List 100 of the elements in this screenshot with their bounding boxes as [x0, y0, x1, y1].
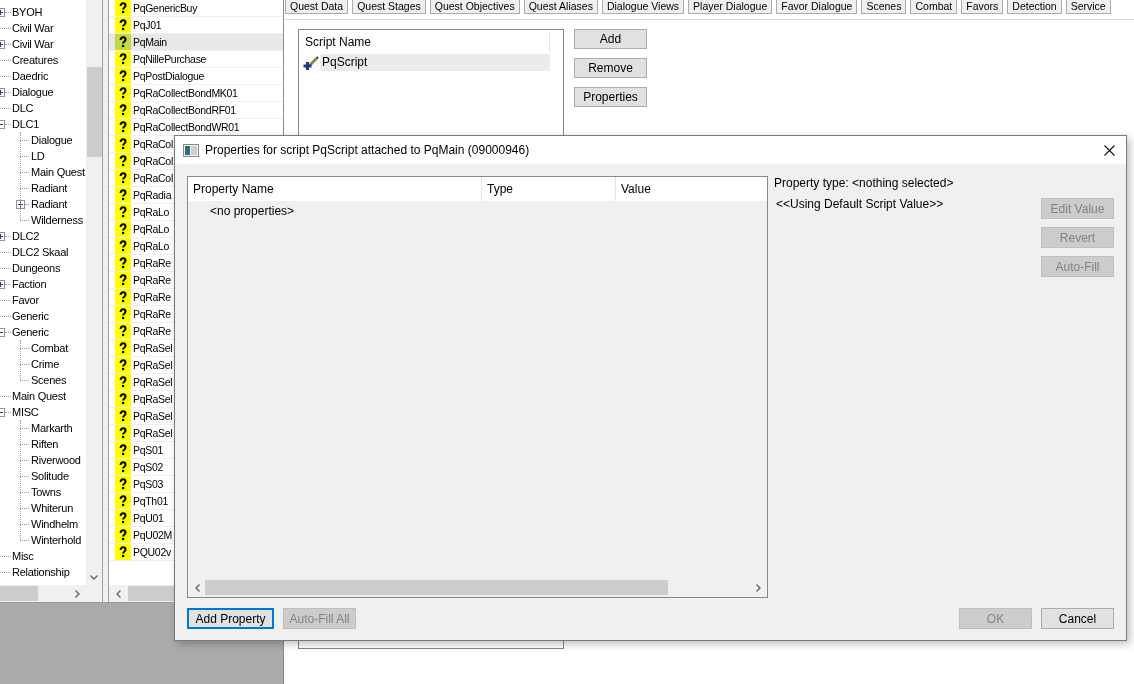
quest-name: PqS01: [133, 443, 164, 457]
tree-item[interactable]: Relationship: [12, 565, 70, 579]
tree-item[interactable]: Dialogue: [12, 85, 54, 99]
tree-item[interactable]: Combat: [31, 341, 69, 355]
quest-name: PqRaCol: [133, 137, 173, 151]
tree-item[interactable]: Whiterun: [31, 501, 74, 515]
scrollbar-thumb[interactable]: [86, 67, 102, 157]
tab[interactable]: Detection: [1007, 0, 1062, 14]
pencil-plus-icon: [303, 54, 319, 71]
tree-item[interactable]: Dungeons: [12, 261, 61, 275]
tree-item[interactable]: Civil War: [12, 21, 54, 35]
question-mark-icon: [115, 170, 131, 186]
tree-item[interactable]: DLC: [12, 101, 34, 115]
quest-row[interactable]: PqRaCollectBondRF01: [109, 102, 283, 119]
plus-box-icon[interactable]: [0, 39, 5, 49]
tree-item[interactable]: Generic: [12, 309, 49, 323]
quest-row[interactable]: PqGenericBuy: [109, 0, 283, 17]
tree-item[interactable]: Riverwood: [31, 453, 81, 467]
tree-item[interactable]: DLC2: [12, 229, 40, 243]
vertical-scrollbar[interactable]: [86, 0, 102, 585]
tree-item[interactable]: Markarth: [31, 421, 73, 435]
minus-box-icon[interactable]: [0, 119, 5, 129]
question-mark-icon: [115, 510, 131, 526]
quest-name: PqRaSel: [133, 392, 173, 406]
tree-item[interactable]: LD: [31, 149, 45, 163]
quest-row[interactable]: PqNillePurchase: [109, 51, 283, 68]
tree-item[interactable]: Misc: [12, 549, 34, 563]
plus-box-icon[interactable]: [0, 7, 5, 17]
dialog-button[interactable]: Add Property: [187, 608, 274, 629]
tab[interactable]: Quest Aliases: [523, 0, 598, 14]
tree-item[interactable]: Main Quest: [12, 389, 66, 403]
script-name[interactable]: PqScript: [320, 54, 550, 71]
quest-row[interactable]: PqMain: [109, 34, 283, 51]
chevron-right-icon[interactable]: [75, 589, 80, 598]
tab[interactable]: Quest Data: [285, 0, 349, 14]
tab[interactable]: Favor Dialogue: [776, 0, 858, 14]
question-mark-icon: [115, 391, 131, 407]
chevron-right-icon[interactable]: [756, 583, 761, 592]
quest-name: PqRaSel: [133, 375, 173, 389]
tree-item[interactable]: Creatures: [12, 53, 59, 67]
dialog-button[interactable]: Cancel: [1041, 608, 1114, 629]
question-mark-icon: [115, 527, 131, 543]
script-button[interactable]: Add: [574, 29, 647, 49]
scrollbar-thumb[interactable]: [0, 586, 38, 601]
tab[interactable]: Quest Stages: [352, 0, 426, 14]
tab[interactable]: Scenes: [861, 0, 907, 14]
script-button[interactable]: Properties: [574, 87, 647, 107]
chevron-left-icon[interactable]: [195, 583, 200, 592]
chevron-left-icon[interactable]: [116, 589, 121, 598]
tree-item[interactable]: Wilderness: [31, 213, 83, 227]
tree-item[interactable]: Riften: [31, 437, 59, 451]
quest-name: PqNillePurchase: [133, 52, 207, 66]
tab[interactable]: Favors: [961, 0, 1004, 14]
plus-box-icon[interactable]: [16, 199, 25, 209]
minus-box-icon[interactable]: [0, 407, 5, 417]
quest-name: PqRaCollectBondMK01: [133, 86, 238, 100]
tab[interactable]: Dialogue Views: [601, 0, 685, 14]
question-mark-icon: [115, 221, 131, 237]
plus-box-icon[interactable]: [0, 87, 5, 97]
quest-row[interactable]: PqRaCollectBondMK01: [109, 85, 283, 102]
quest-row[interactable]: PqJ01: [109, 17, 283, 34]
quest-name: PqJ01: [133, 18, 162, 32]
tree-item[interactable]: Winterhold: [31, 533, 82, 547]
tab[interactable]: Quest Objectives: [429, 0, 520, 14]
tree-item[interactable]: DLC1: [12, 117, 40, 131]
tree-item[interactable]: Windhelm: [31, 517, 78, 531]
question-mark-icon: [115, 340, 131, 356]
quest-name: PqRaSel: [133, 409, 173, 423]
tree-item[interactable]: Dialogue: [31, 133, 73, 147]
tree-item[interactable]: Solitude: [31, 469, 69, 483]
tree-item[interactable]: Favor: [12, 293, 39, 307]
tree-item[interactable]: Faction: [12, 277, 47, 291]
tree-item[interactable]: Radiant: [31, 197, 68, 211]
column-header: Property Name: [193, 181, 274, 198]
tab[interactable]: Combat: [910, 0, 958, 14]
tab[interactable]: Service: [1065, 0, 1111, 14]
tree-item[interactable]: Main Quest: [31, 165, 85, 179]
plus-box-icon[interactable]: [0, 279, 5, 289]
tree-item[interactable]: Radiant: [31, 181, 68, 195]
tree-item[interactable]: DLC2 Skaal: [12, 245, 69, 259]
tree-item[interactable]: Generic: [12, 325, 49, 339]
plus-box-icon[interactable]: [0, 231, 5, 241]
chevron-down-icon[interactable]: [90, 575, 98, 580]
tab[interactable]: Player Dialogue: [688, 0, 773, 14]
tree-item[interactable]: Daedric: [12, 69, 49, 83]
minus-box-icon[interactable]: [0, 327, 5, 337]
question-mark-icon: [115, 493, 131, 509]
horizontal-scrollbar[interactable]: [0, 585, 86, 602]
tree-item[interactable]: Scenes: [31, 373, 67, 387]
tree-item[interactable]: Civil War: [12, 37, 54, 51]
tree-item[interactable]: Towns: [31, 485, 61, 499]
script-button[interactable]: Remove: [574, 58, 647, 78]
column-header: Script Name: [305, 34, 372, 51]
tree-item[interactable]: Crime: [31, 357, 60, 371]
question-mark-icon: [115, 34, 131, 50]
tree-item[interactable]: BYOH: [12, 5, 43, 19]
question-mark-icon: [115, 255, 131, 271]
tree-item[interactable]: MISC: [12, 405, 39, 419]
scrollbar-thumb[interactable]: [205, 580, 668, 595]
quest-row[interactable]: PqPostDialogue: [109, 68, 283, 85]
